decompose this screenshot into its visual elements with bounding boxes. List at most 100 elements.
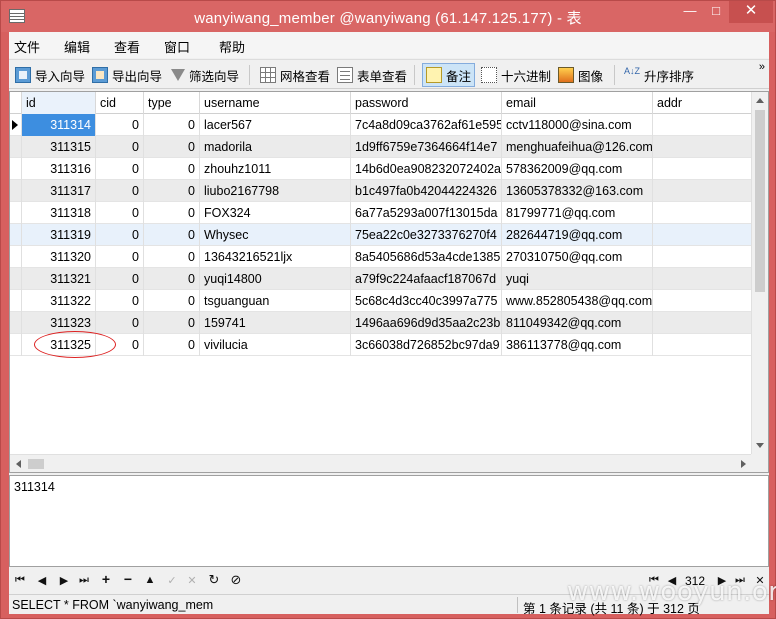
cell-username[interactable]: Whysec [200, 224, 351, 246]
table-row[interactable]: 311322 0 0 tsguanguan 5c68c4d3cc40c3997a775 w… [10, 290, 752, 312]
cell-addr[interactable] [653, 268, 752, 290]
cell-type[interactable]: 0 [144, 180, 200, 202]
cell-type[interactable]: 0 [144, 312, 200, 334]
cell-id[interactable]: 311315 [22, 136, 96, 158]
cell-addr[interactable] [653, 180, 752, 202]
filter-wizard-button[interactable]: 筛选向导 [167, 63, 242, 87]
title-bar[interactable]: wanyiwang_member @wanyiwang (61.147.125.… [1, 1, 775, 32]
cell-type[interactable]: 0 [144, 202, 200, 224]
hex-button[interactable]: 十六进制 [478, 63, 554, 87]
scroll-down-icon[interactable] [756, 443, 764, 448]
cell-addr[interactable] [653, 158, 752, 180]
column-header-password[interactable]: password [351, 92, 502, 114]
row-selector[interactable] [10, 202, 22, 224]
vertical-scrollbar[interactable] [751, 92, 768, 454]
cell-addr[interactable] [653, 334, 752, 356]
cell-id[interactable]: 311322 [22, 290, 96, 312]
cell-type[interactable]: 0 [144, 114, 200, 136]
table-row[interactable]: 311325 0 0 vivilucia 3c66038d726852bc97da9 38… [10, 334, 752, 356]
cell-email[interactable]: cctv118000@sina.com [502, 114, 653, 136]
cell-cid[interactable]: 0 [96, 202, 144, 224]
horizontal-scrollbar[interactable] [10, 454, 752, 472]
cell-email[interactable]: 13605378332@163.com [502, 180, 653, 202]
cell-email[interactable]: www.852805438@qq.com [502, 290, 653, 312]
table-row[interactable]: 311319 0 0 Whysec 75ea22c0e3273376270f4 28264… [10, 224, 752, 246]
cell-addr[interactable] [653, 312, 752, 334]
row-selector[interactable] [10, 136, 22, 158]
column-header-addr[interactable]: addr [653, 92, 752, 114]
column-header-type[interactable]: type [144, 92, 200, 114]
cell-cid[interactable]: 0 [96, 158, 144, 180]
cell-addr[interactable] [653, 224, 752, 246]
cell-type[interactable]: 0 [144, 334, 200, 356]
cell-email[interactable]: 578362009@qq.com [502, 158, 653, 180]
cell-type[interactable]: 0 [144, 246, 200, 268]
row-selector[interactable] [10, 290, 22, 312]
add-record-icon[interactable]: + [99, 571, 113, 587]
close-button[interactable]: ✕ [729, 1, 773, 23]
discard-changes-icon[interactable]: ✕ [185, 574, 199, 587]
cell-cid[interactable]: 0 [96, 114, 144, 136]
stop-icon[interactable]: ⊘ [229, 572, 243, 588]
cell-email[interactable]: yuqi [502, 268, 653, 290]
memo-panel[interactable]: 311314 [9, 475, 769, 567]
cell-username[interactable]: yuqi14800 [200, 268, 351, 290]
vertical-scroll-thumb[interactable] [755, 110, 765, 292]
column-header-id[interactable]: id [22, 92, 96, 114]
cell-password[interactable]: 75ea22c0e3273376270f4 [351, 224, 502, 246]
cell-username[interactable]: lacer567 [200, 114, 351, 136]
cell-password[interactable]: 6a77a5293a007f13015da [351, 202, 502, 224]
cell-username[interactable]: madorila [200, 136, 351, 158]
cell-id[interactable]: 311321 [22, 268, 96, 290]
cell-type[interactable]: 0 [144, 136, 200, 158]
apply-changes-icon[interactable]: ✓ [165, 574, 179, 587]
menu-file[interactable]: 文件 [14, 37, 40, 56]
cell-username[interactable]: vivilucia [200, 334, 351, 356]
image-button[interactable]: 图像 [555, 63, 606, 87]
form-view-button[interactable]: 表单查看 [334, 63, 410, 87]
cell-addr[interactable] [653, 114, 752, 136]
cell-email[interactable]: 81799771@qq.com [502, 202, 653, 224]
cell-password[interactable]: 3c66038d726852bc97da9 [351, 334, 502, 356]
cell-password[interactable]: 5c68c4d3cc40c3997a775 [351, 290, 502, 312]
scroll-right-icon[interactable] [741, 460, 746, 468]
row-selector[interactable] [10, 180, 22, 202]
cell-cid[interactable]: 0 [96, 268, 144, 290]
cell-username[interactable]: FOX324 [200, 202, 351, 224]
cell-email[interactable]: 811049342@qq.com [502, 312, 653, 334]
previous-record-icon[interactable]: ◀ [35, 574, 49, 587]
menu-view[interactable]: 查看 [114, 37, 140, 56]
first-record-icon[interactable]: ⏮ [13, 574, 27, 587]
cell-type[interactable]: 0 [144, 158, 200, 180]
menu-edit[interactable]: 编辑 [64, 37, 90, 56]
cell-addr[interactable] [653, 246, 752, 268]
column-header-username[interactable]: username [200, 92, 351, 114]
delete-record-icon[interactable]: − [121, 571, 135, 587]
column-header-cid[interactable]: cid [96, 92, 144, 114]
cell-type[interactable]: 0 [144, 268, 200, 290]
cell-cid[interactable]: 0 [96, 224, 144, 246]
cell-password[interactable]: 1d9ff6759e7364664f14e7 [351, 136, 502, 158]
row-selector[interactable] [10, 158, 22, 180]
table-row[interactable]: 311315 0 0 madorila 1d9ff6759e7364664f14e7 me… [10, 136, 752, 158]
row-selector[interactable] [10, 114, 22, 136]
row-selector[interactable] [10, 224, 22, 246]
table-row[interactable]: 311321 0 0 yuqi14800 a79f9c224afaacf187067d y… [10, 268, 752, 290]
cell-password[interactable]: 1496aa696d9d35aa2c23b [351, 312, 502, 334]
cell-addr[interactable] [653, 136, 752, 158]
export-wizard-button[interactable]: 导出向导 [89, 63, 165, 87]
cell-email[interactable]: 386113778@qq.com [502, 334, 653, 356]
row-selector[interactable] [10, 268, 22, 290]
table-row[interactable]: 31131400lacer5677c4a8d09ca3762af61e59520… [10, 114, 752, 136]
cell-id[interactable]: 311314 [22, 114, 96, 136]
cell-type[interactable]: 0 [144, 224, 200, 246]
row-selector[interactable] [10, 246, 22, 268]
table-row[interactable]: 311323 0 0 159741 1496aa696d9d35aa2c23b 81104… [10, 312, 752, 334]
table-row[interactable]: 311318 0 0 FOX324 6a77a5293a007f13015da 81799… [10, 202, 752, 224]
grid-view-button[interactable]: 网格查看 [257, 63, 333, 87]
table-row[interactable]: 311317 0 0 liubo2167798 b1c497fa0b4204422432… [10, 180, 752, 202]
cell-username[interactable]: zhouhz1011 [200, 158, 351, 180]
cell-username[interactable]: 13643216521ljx [200, 246, 351, 268]
row-selector[interactable] [10, 312, 22, 334]
cell-cid[interactable]: 0 [96, 180, 144, 202]
